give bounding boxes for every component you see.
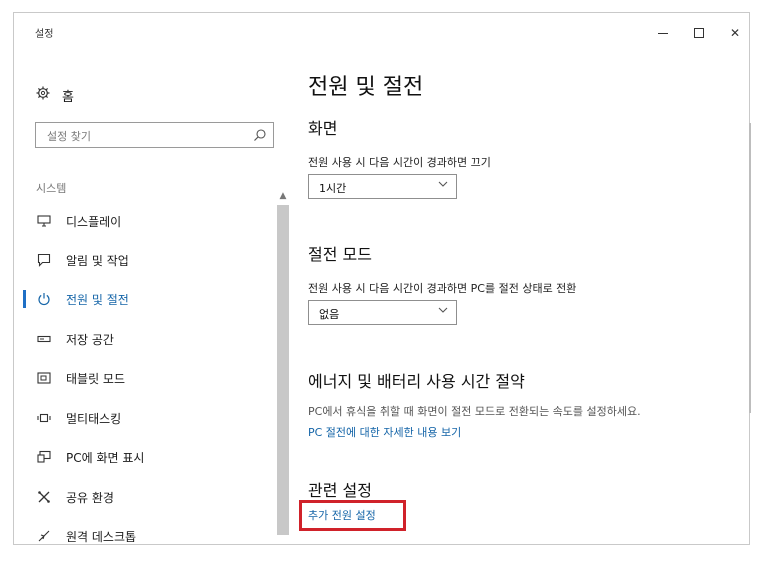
sidebar-item-remote-desktop[interactable]: 원격 데스크톱 bbox=[14, 522, 272, 550]
sidebar-item-storage[interactable]: 저장 공간 bbox=[14, 325, 272, 353]
minimize-button[interactable] bbox=[650, 21, 676, 45]
sidebar-item-label: 공유 환경 bbox=[66, 490, 114, 505]
gear-icon bbox=[36, 86, 50, 104]
screen-timeout-value: 1시간 bbox=[319, 182, 347, 195]
sidebar-item-label: PC에 화면 표시 bbox=[66, 450, 145, 465]
sidebar-item-label: 디스플레이 bbox=[66, 214, 122, 229]
window-title: 설정 bbox=[35, 29, 54, 40]
sleep-timeout-dropdown[interactable]: 없음 bbox=[308, 300, 457, 325]
sidebar-item-shared-experiences[interactable]: 공유 환경 bbox=[14, 483, 272, 511]
sidebar-item-label: 멀티태스킹 bbox=[66, 411, 122, 426]
sidebar-item-multitasking[interactable]: 멀티태스킹 bbox=[14, 404, 272, 432]
close-button[interactable] bbox=[722, 21, 748, 45]
section-label-system: 시스템 bbox=[36, 182, 67, 195]
energy-description: PC에서 휴식을 취할 때 화면이 절전 모드로 전환되는 속도를 설정하세요. bbox=[308, 405, 641, 418]
power-icon bbox=[36, 291, 52, 307]
home-label: 홈 bbox=[62, 89, 74, 105]
main-content: 전원 및 절전 화면 전원 사용 시 다음 시간이 경과하면 끄기 1시간 절전… bbox=[299, 55, 744, 545]
screen-heading: 화면 bbox=[308, 119, 338, 138]
sidebar-item-label: 원격 데스크톱 bbox=[66, 529, 137, 544]
monitor-icon bbox=[36, 213, 52, 229]
energy-heading: 에너지 및 배터리 사용 시간 절약 bbox=[308, 372, 525, 391]
storage-icon bbox=[36, 331, 52, 347]
search-box[interactable] bbox=[35, 122, 274, 148]
sleep-heading: 절전 모드 bbox=[308, 245, 372, 264]
settings-window: 설정 홈 시스템 디스플레이 알림 및 작업 전원 및 절전 bbox=[13, 12, 751, 545]
chevron-down-icon bbox=[438, 181, 448, 187]
sidebar-scrollbar-thumb[interactable] bbox=[277, 205, 289, 535]
sidebar-item-label: 저장 공간 bbox=[66, 332, 114, 347]
sidebar: 홈 시스템 디스플레이 알림 및 작업 전원 및 절전 저장 공간 태블릿 모드 bbox=[14, 55, 294, 545]
search-icon bbox=[254, 129, 266, 141]
scrollbar-up-arrow[interactable]: ▲ bbox=[276, 189, 290, 203]
chevron-down-icon bbox=[438, 307, 448, 313]
sidebar-item-projecting[interactable]: PC에 화면 표시 bbox=[14, 443, 272, 471]
maximize-button[interactable] bbox=[686, 21, 712, 45]
sidebar-item-tablet-mode[interactable]: 태블릿 모드 bbox=[14, 364, 272, 392]
search-input[interactable] bbox=[45, 124, 249, 148]
page-title: 전원 및 절전 bbox=[308, 75, 424, 100]
sleep-info-link[interactable]: PC 절전에 대한 자세한 내용 보기 bbox=[308, 424, 461, 440]
remote-desktop-icon bbox=[36, 528, 52, 544]
sleep-timeout-value: 없음 bbox=[319, 308, 340, 321]
title-bar: 설정 bbox=[14, 13, 749, 55]
screen-timeout-dropdown[interactable]: 1시간 bbox=[308, 174, 457, 199]
sidebar-item-display[interactable]: 디스플레이 bbox=[14, 207, 272, 235]
tablet-icon bbox=[36, 370, 52, 386]
sleep-description: 전원 사용 시 다음 시간이 경과하면 PC를 절전 상태로 전환 bbox=[308, 282, 577, 295]
screen-description: 전원 사용 시 다음 시간이 경과하면 끄기 bbox=[308, 156, 491, 169]
sidebar-item-notifications[interactable]: 알림 및 작업 bbox=[14, 246, 272, 274]
additional-power-settings-link[interactable]: 추가 전원 설정 bbox=[308, 507, 376, 523]
sidebar-item-label: 태블릿 모드 bbox=[66, 371, 126, 386]
notification-icon bbox=[36, 252, 52, 268]
sidebar-home[interactable]: 홈 bbox=[36, 85, 74, 105]
sidebar-item-label: 전원 및 절전 bbox=[66, 292, 129, 307]
content-scrollbar[interactable] bbox=[749, 123, 751, 413]
related-settings-heading: 관련 설정 bbox=[308, 481, 372, 500]
multitasking-icon bbox=[36, 410, 52, 426]
sidebar-item-label: 알림 및 작업 bbox=[66, 253, 129, 268]
shared-experiences-icon bbox=[36, 489, 52, 505]
sidebar-item-power-sleep[interactable]: 전원 및 절전 bbox=[14, 285, 272, 313]
projecting-icon bbox=[36, 449, 52, 465]
